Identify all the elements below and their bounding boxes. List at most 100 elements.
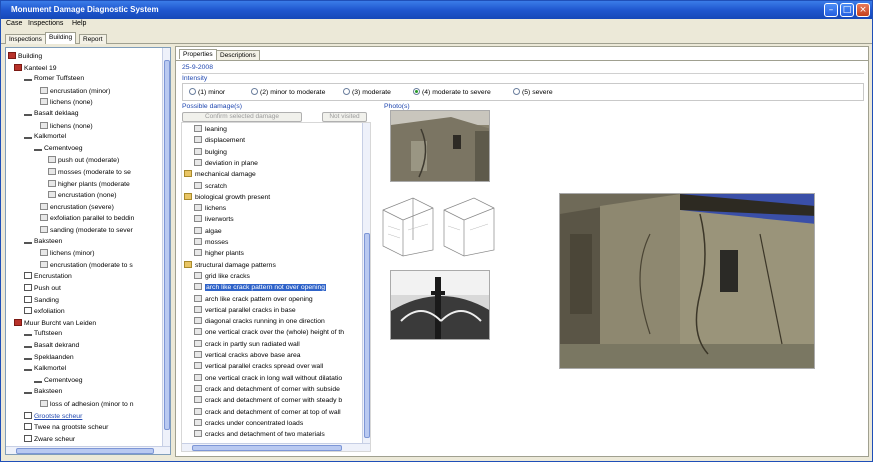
radio-icon <box>251 88 258 95</box>
tree-node[interactable]: higher plants (moderate <box>48 179 130 190</box>
tree-node[interactable]: Building <box>8 52 42 62</box>
intensity-option-3[interactable]: (3) moderate <box>343 88 391 96</box>
damage-item[interactable]: one vertical crack in long wall without … <box>194 373 342 384</box>
menu-case[interactable]: Case <box>6 20 22 27</box>
photo-thumbnail-sketch[interactable] <box>378 190 498 260</box>
confirm-damage-button[interactable]: Confirm selected damage <box>182 112 302 122</box>
tree-node[interactable]: Basalt dekrand <box>24 342 79 352</box>
damage-item[interactable]: diagonal cracks running in one direction <box>194 317 325 327</box>
close-icon[interactable]: × <box>856 3 870 17</box>
damage-item[interactable]: algae <box>194 226 222 237</box>
menu-help[interactable]: Help <box>72 20 86 27</box>
damage-icon <box>194 339 202 347</box>
tree-node[interactable]: Kalkmortel <box>24 365 66 375</box>
tree-node[interactable]: Cementvoeg <box>34 145 83 155</box>
photo-thumbnail-bw[interactable] <box>390 270 490 340</box>
damage-item[interactable]: crack and detachment of corner at top of… <box>194 407 341 418</box>
damage-item[interactable]: scratch <box>194 181 227 192</box>
tree-scroll-thumb[interactable] <box>164 60 170 430</box>
possible-damages-list[interactable]: cracks and detachment of two materials cr… <box>181 122 371 452</box>
damage-label: crack and detachment of corner with stea… <box>205 397 343 405</box>
damage-item[interactable]: bulging <box>194 147 227 158</box>
tab-report[interactable]: Report <box>79 34 107 44</box>
tree-node[interactable]: Muur Burcht van Leiden <box>14 318 96 329</box>
damage-item[interactable]: grid like cracks <box>194 271 250 282</box>
tab-building[interactable]: Building <box>45 32 77 44</box>
damage-item[interactable]: lichens <box>194 204 226 214</box>
tree-node[interactable]: Sanding <box>24 295 59 306</box>
damage-group[interactable]: structural damage patterns <box>184 260 276 271</box>
damage-item[interactable]: cracks under concentrated loads <box>194 418 303 429</box>
damages-vertical-scrollbar[interactable] <box>362 123 370 443</box>
tree-node[interactable]: push out (moderate) <box>48 156 119 166</box>
damage-item[interactable]: one vertical crack over the (whole) heig… <box>194 328 344 338</box>
tree-node[interactable]: encrustation (severe) <box>40 202 114 213</box>
tree-node[interactable]: Twee na grootste scheur <box>24 423 108 433</box>
damage-item[interactable]: higher plants <box>194 249 244 259</box>
damage-item[interactable]: displacement <box>194 136 245 146</box>
tree-vertical-scrollbar[interactable] <box>162 48 170 446</box>
tree-node[interactable]: lichens (minor) <box>40 249 95 259</box>
tree-node[interactable]: exfoliation <box>24 307 65 317</box>
photo-thumbnail-wall[interactable] <box>390 110 490 182</box>
tree-node[interactable]: Kanteel 19 <box>14 63 57 74</box>
intensity-option-2[interactable]: (2) minor to moderate <box>251 88 325 96</box>
tree-node[interactable]: encrustation (minor) <box>40 86 110 97</box>
intensity-option-1[interactable]: (1) minor <box>189 88 225 96</box>
intensity-option-5[interactable]: (5) severe <box>513 88 553 96</box>
damage-item[interactable]: deviation in plane <box>194 158 258 169</box>
damage-item[interactable]: cracks and detachment of two materials <box>194 430 325 440</box>
damage-label: vertical cracks above base area <box>205 352 301 359</box>
intensity-group: (1) minor (2) minor to moderate (3) mode… <box>182 83 864 101</box>
damage-item[interactable]: arch like crack pattern not over opening <box>194 283 327 293</box>
tree-node[interactable]: Cementvoeg <box>34 377 83 387</box>
damage-group[interactable]: biological growth present <box>184 192 270 203</box>
tree-node[interactable]: lichens (none) <box>40 98 93 108</box>
tree-node[interactable]: encrustation (none) <box>48 191 117 201</box>
damage-item[interactable]: vertical parallel cracks spread over wal… <box>194 362 323 372</box>
damages-scroll-thumb[interactable] <box>364 233 370 438</box>
tree-node[interactable]: encrustation (moderate to s <box>40 260 133 271</box>
damage-item[interactable]: crack and detachment of corner with subs… <box>194 384 340 395</box>
tree-node[interactable]: sanding (moderate to sever <box>40 226 133 236</box>
maximize-icon[interactable]: □ <box>840 3 854 17</box>
minimize-icon[interactable]: – <box>824 3 838 17</box>
tab-inspections[interactable]: Inspections <box>5 34 46 44</box>
damages-hscroll-thumb[interactable] <box>192 445 342 451</box>
menu-inspections[interactable]: Inspections <box>28 20 63 27</box>
intensity-option-4[interactable]: (4) moderate to severe <box>413 88 491 96</box>
damage-item[interactable]: vertical cracks above base area <box>194 351 301 361</box>
tree-node[interactable]: Speklaanden <box>24 354 74 364</box>
tree-node[interactable]: Kalkmortel <box>24 133 66 143</box>
tree-node[interactable]: lichens (none) <box>40 121 93 132</box>
tree-node[interactable]: Baksteen <box>24 238 62 248</box>
damage-item[interactable]: crack and detachment of corner with stea… <box>194 396 342 406</box>
tree-node[interactable]: Grootste scheur <box>24 411 82 422</box>
damage-item[interactable]: mosses <box>194 238 228 248</box>
damage-item[interactable]: leaning <box>194 125 227 135</box>
tree-node[interactable]: Encrustation <box>24 272 72 282</box>
photo-large-view[interactable] <box>559 193 815 369</box>
not-visited-button[interactable]: Not visited <box>322 112 367 122</box>
tree-node[interactable]: Romer Tuffsteen <box>24 75 84 85</box>
tree-node[interactable]: mosses (moderate to se <box>48 168 131 178</box>
tab-descriptions[interactable]: Descriptions <box>216 50 260 60</box>
tree-horizontal-scrollbar[interactable] <box>6 446 170 454</box>
tree-node[interactable]: Basalt deklaag <box>24 110 79 120</box>
damage-item[interactable]: vertical parallel cracks in base <box>194 305 296 316</box>
damage-group[interactable]: mechanical damage <box>184 170 256 180</box>
tree-node[interactable]: Tuftsteen <box>24 330 62 340</box>
tree-node[interactable]: Push out <box>24 284 61 294</box>
damage-item[interactable]: liverworts <box>194 215 234 225</box>
damage-label: algae <box>205 227 222 235</box>
tree-hscroll-thumb[interactable] <box>16 448 154 454</box>
damage-item[interactable]: crack in partly sun radiated wall <box>194 339 300 350</box>
building-tree[interactable]: Zware scheur Twee na grootste scheur Groot… <box>5 47 171 455</box>
tab-properties[interactable]: Properties <box>179 49 217 59</box>
tree-node[interactable]: loss of adhesion (minor to n <box>40 400 134 410</box>
tree-node[interactable]: Baksteen <box>24 388 62 398</box>
damage-item[interactable]: arch like crack pattern over opening <box>194 294 313 305</box>
tree-node[interactable]: exfoliation parallel to beddin <box>40 214 134 224</box>
tree-node[interactable]: Zware scheur <box>24 434 75 445</box>
damages-horizontal-scrollbar[interactable] <box>182 443 370 451</box>
